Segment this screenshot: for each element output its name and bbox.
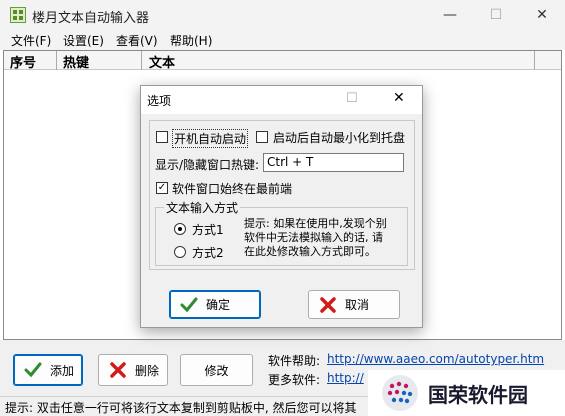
check-icon: [24, 362, 42, 378]
delete-button[interactable]: 删除: [98, 354, 168, 386]
more-link[interactable]: http://: [327, 371, 364, 385]
cancel-button[interactable]: 取消: [308, 290, 400, 319]
window-title: 楼月文本自动输入器: [32, 11, 150, 26]
minimize-to-tray-checkbox[interactable]: [256, 131, 268, 143]
watermark-logo-icon: [382, 375, 418, 411]
help-link[interactable]: http://www.aaeo.com/autotyper.htm: [327, 352, 544, 366]
app-icon: [10, 7, 26, 23]
delete-x-icon: [110, 362, 126, 378]
input-mode-group-label: 文本输入方式: [164, 199, 241, 216]
menu-bar: 文件(F) 设置(E) 查看(V) 帮助(H): [0, 30, 565, 50]
close-button[interactable]: ✕: [519, 0, 565, 30]
startup-label: 开机自动启动: [172, 129, 249, 148]
help-label: 软件帮助:: [268, 354, 321, 368]
topmost-label: 软件窗口始终在最前端: [172, 182, 293, 196]
topmost-checkbox[interactable]: ✓: [156, 182, 168, 194]
add-button[interactable]: 添加: [13, 354, 83, 386]
mode2-radio[interactable]: [174, 246, 186, 258]
menu-file[interactable]: 文件(F): [11, 32, 51, 49]
minimize-button[interactable]: —: [427, 0, 473, 30]
column-hotkey[interactable]: 热键: [63, 52, 89, 71]
column-index[interactable]: 序号: [10, 52, 36, 71]
more-label: 更多软件:: [268, 373, 321, 387]
cancel-button-label: 取消: [345, 298, 370, 312]
list-header: 序号 热键 文本: [4, 51, 561, 71]
menu-view[interactable]: 查看(V): [116, 32, 158, 49]
maximize-button[interactable]: ☐: [473, 0, 519, 30]
edit-button-label: 修改: [204, 363, 229, 378]
startup-checkbox[interactable]: [156, 131, 168, 143]
delete-button-label: 删除: [135, 363, 160, 378]
column-text[interactable]: 文本: [149, 52, 175, 71]
dialog-close-button[interactable]: ✕: [393, 90, 405, 106]
mode2-label: 方式2: [192, 246, 224, 260]
mode1-label: 方式1: [192, 223, 224, 237]
ok-button[interactable]: 确定: [169, 290, 261, 319]
ok-button-label: 确定: [206, 298, 231, 312]
minimize-to-tray-label: 启动后自动最小化到托盘: [273, 131, 406, 145]
title-bar: 楼月文本自动输入器 — ☐ ✕: [0, 0, 565, 30]
dialog-maximize-button[interactable]: ☐: [346, 91, 358, 106]
options-panel: 开机自动启动 启动后自动最小化到托盘 显示/隐藏窗口热键: Ctrl + T ✓…: [149, 120, 415, 270]
cancel-x-icon: [320, 296, 336, 313]
options-dialog: 选项 ☐ ✕ 开机自动启动 启动后自动最小化到托盘 显示/隐藏窗口热键: Ctr…: [140, 85, 423, 328]
input-mode-group: 文本输入方式 方式1 方式2 提示: 如果在使用中,发现个别 软件中无法模拟输入…: [155, 199, 408, 266]
add-button-label: 添加: [50, 363, 75, 378]
mode1-radio[interactable]: [174, 223, 186, 235]
menu-help[interactable]: 帮助(H): [170, 32, 212, 49]
dialog-title: 选项: [147, 94, 172, 108]
menu-settings[interactable]: 设置(E): [63, 32, 104, 49]
edit-button[interactable]: 修改: [180, 354, 253, 386]
check-icon: [180, 297, 198, 312]
watermark-text: 国荣软件园: [428, 383, 528, 407]
dialog-title-bar: 选项 ☐ ✕: [141, 86, 422, 114]
tip-line-3: 在此处修改输入方式即可。: [244, 245, 376, 258]
watermark: 国荣软件园: [368, 370, 565, 416]
hotkey-input[interactable]: Ctrl + T: [263, 153, 404, 172]
status-text: 提示: 双击任意一行可将该行文本复制到剪贴板中, 然后您可以将其: [5, 401, 357, 415]
hotkey-label: 显示/隐藏窗口热键:: [155, 158, 260, 172]
